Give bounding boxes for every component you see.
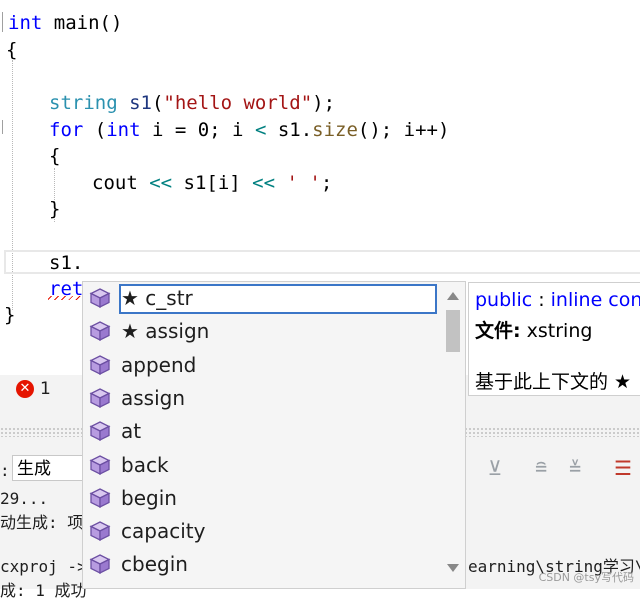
goto-previous-icon[interactable]: ⊻ (482, 455, 508, 481)
list-item-label: assign (121, 385, 186, 410)
list-item[interactable]: capacity (83, 515, 441, 548)
member-cube-icon (89, 287, 111, 309)
member-cube-icon (89, 420, 111, 442)
list-item[interactable]: back (83, 449, 441, 482)
scroll-thumb[interactable] (446, 310, 460, 352)
fold-marker[interactable] (2, 12, 3, 32)
current-line-highlight (4, 250, 640, 274)
code-line: } (4, 304, 16, 326)
code-line: for (int i = 0; i < s1.size(); i++) (49, 119, 450, 141)
list-item[interactable]: cbegin (83, 548, 441, 581)
member-cube-icon (89, 354, 111, 376)
output-line: 成: 1 成功 (0, 581, 87, 600)
member-cube-icon (89, 320, 111, 342)
list-item-label: back (121, 452, 169, 477)
list-item-label: cbegin (121, 552, 188, 577)
list-item[interactable]: append (83, 349, 441, 382)
code-line: string s1("hello world"); (49, 92, 336, 114)
tooltip-file: 文件: xstring (475, 320, 593, 342)
code-line: cout << s1[i] << ' '; (92, 172, 333, 194)
list-item-label: ★ assign (121, 319, 210, 344)
list-scrollbar[interactable] (441, 282, 465, 588)
list-item[interactable]: assign (83, 382, 441, 415)
quick-info-tooltip: public : inline con 文件: xstring 基于此上下文的 … (468, 282, 640, 396)
error-squiggle (48, 296, 82, 300)
fold-marker[interactable] (2, 120, 3, 134)
list-item-label: begin (121, 485, 177, 510)
align-up-icon[interactable]: ≘ (528, 455, 554, 481)
scroll-down-icon[interactable] (447, 564, 459, 572)
list-item[interactable]: ★ c_str (83, 282, 441, 315)
member-cube-icon (89, 387, 111, 409)
output-line: 动生成: 项 (0, 513, 84, 532)
watermark: CSDN @tsy写代码 (538, 571, 634, 584)
word-wrap-icon[interactable]: ☰ (610, 455, 636, 481)
code-line: } (49, 198, 61, 220)
error-count[interactable]: 1 (40, 379, 51, 399)
error-circle-icon[interactable]: ✕ (16, 380, 34, 398)
list-item-label: ★ c_str (121, 286, 193, 310)
tooltip-signature: public : inline con (475, 289, 640, 311)
code-line: { (49, 145, 61, 167)
align-down-icon[interactable]: ≚ (562, 455, 588, 481)
output-line: 29... (0, 489, 49, 508)
list-item[interactable]: ★ assign (83, 315, 441, 348)
code-line: int main() (8, 12, 123, 34)
code-line[interactable]: s1. (49, 250, 83, 276)
list-item-label: capacity (121, 519, 206, 544)
tooltip-note: 基于此上下文的 ★ (475, 371, 632, 393)
list-item[interactable]: begin (83, 482, 441, 515)
code-line: { (6, 39, 18, 61)
member-cube-icon (89, 520, 111, 542)
member-cube-icon (89, 454, 111, 476)
list-item-label: at (121, 419, 142, 444)
member-cube-icon (89, 487, 111, 509)
scroll-up-icon[interactable] (447, 292, 459, 300)
list-item-label: append (121, 352, 197, 377)
list-item[interactable]: at (83, 415, 441, 448)
output-source-select[interactable]: 生成 (12, 455, 84, 481)
intellisense-list[interactable]: ★ c_str ★ assign append assign at back begin ca… (82, 281, 466, 589)
output-line: cxproj -> (0, 557, 87, 576)
member-cube-icon (89, 553, 111, 575)
